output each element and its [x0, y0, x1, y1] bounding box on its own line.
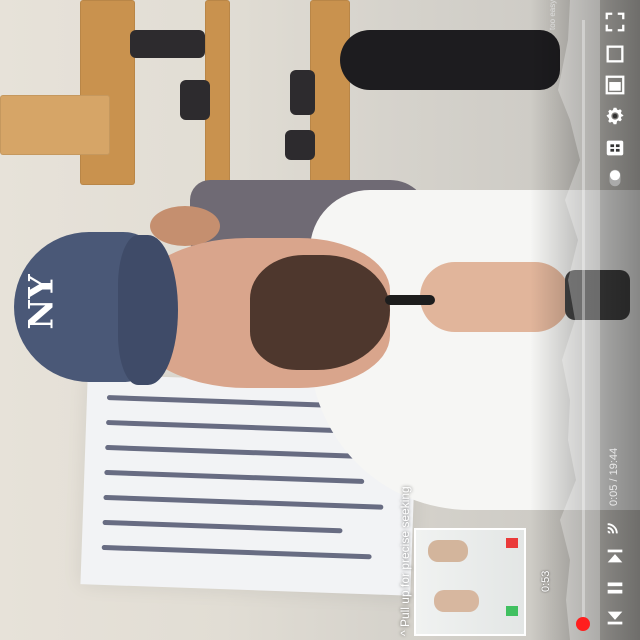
fullscreen-button[interactable]: [603, 10, 627, 34]
background-person-head: [150, 206, 220, 246]
cast-button[interactable]: [603, 514, 627, 538]
shelf-object: [285, 130, 315, 160]
theater-icon: [605, 75, 625, 95]
autoplay-toggle[interactable]: [603, 166, 627, 190]
channel-label: too easy!: [548, 0, 557, 30]
progress-scrubber[interactable]: [576, 617, 590, 631]
next-button[interactable]: [603, 606, 627, 630]
seek-hint: ^ Pull up for precise seeking: [398, 486, 412, 636]
preview-time: 0:53: [540, 570, 552, 592]
captions-icon: [606, 140, 624, 156]
presenter-cap-bill: [118, 235, 178, 385]
theater-mode-button[interactable]: [603, 73, 627, 97]
shelf-object: [180, 80, 210, 120]
previous-button[interactable]: [603, 544, 627, 568]
microphone: [385, 295, 435, 305]
cast-icon: [607, 523, 618, 534]
autoplay-icon: [609, 169, 621, 187]
shelf: [0, 95, 110, 155]
next-icon: [607, 611, 623, 625]
previous-icon: [607, 549, 623, 563]
seek-preview-thumbnail: [414, 528, 526, 636]
miniplayer-icon: [606, 45, 624, 63]
settings-icon: [606, 107, 624, 125]
shelf-object: [340, 30, 560, 90]
shelf-object: [290, 70, 315, 115]
fullscreen-icon: [605, 12, 625, 32]
cap-logo: NY: [21, 274, 62, 330]
shelf-object: [130, 30, 205, 58]
time-display: 0:05 / 19:44: [608, 447, 620, 506]
settings-button[interactable]: [603, 104, 627, 128]
shelf: [310, 0, 350, 190]
video-player[interactable]: NY ^ Pull up for precise seeking 0:53 0:…: [0, 0, 640, 640]
progress-track[interactable]: [582, 20, 585, 630]
play-pause-button[interactable]: [603, 576, 627, 600]
shelf: [80, 0, 135, 185]
pause-icon: [607, 582, 623, 594]
miniplayer-button[interactable]: [603, 42, 627, 66]
captions-button[interactable]: [603, 136, 627, 160]
most-replayed-graph: [558, 0, 600, 640]
